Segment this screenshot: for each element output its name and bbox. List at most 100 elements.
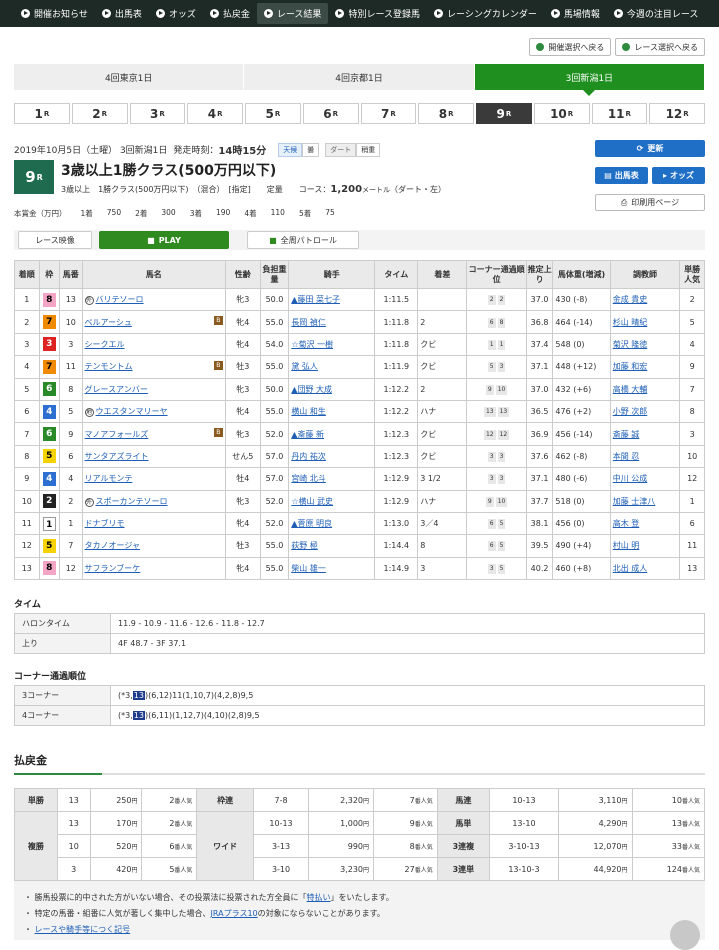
back-to-race-button[interactable]: レース選択へ戻る	[615, 38, 705, 56]
trainer-link[interactable]: 金成 貴史	[609, 287, 681, 312]
note-link[interactable]: レースや騎手等につく記号	[35, 925, 131, 934]
column-header: 着差	[417, 260, 468, 289]
tab-kaisai-tokyo[interactable]: 4回東京1日	[14, 64, 245, 90]
table-row: 10 520円 6番人気 3-13 990円 8番人気 3連複 3-10-13 12,070円 3…	[15, 834, 706, 858]
odds-button[interactable]: ▸ オッズ	[652, 167, 705, 184]
table-row: 4 7 11 テンモントム B 牡3 55.0 黛 弘人 1:11.9 クビ 5 3 37.1 448 (…	[14, 355, 705, 379]
trainer-link[interactable]: 斎藤 誠	[609, 422, 681, 446]
nav-item-3[interactable]: 払戻金	[203, 3, 257, 24]
jockey-link[interactable]: ☆菊沢 一樹	[288, 332, 376, 357]
horse-name-link[interactable]: 外バリテソーロ	[81, 287, 226, 312]
jockey-link[interactable]: ▲斎藤 新	[288, 422, 376, 446]
race-tab-8[interactable]: 8R	[418, 103, 474, 124]
jockey-link[interactable]: ▲藤田 菜七子	[288, 287, 376, 312]
nav-item-1[interactable]: 出馬表	[95, 3, 149, 24]
race-tab-1[interactable]: 1R	[14, 103, 70, 124]
trainer-link[interactable]: 高木 登	[609, 511, 681, 536]
bet-combination: 10-13	[252, 811, 310, 835]
race-tab-10[interactable]: 10 R	[533, 103, 590, 124]
corner-positions: 12 12	[466, 422, 527, 446]
race-tab-3[interactable]: 3R	[129, 103, 186, 124]
race-tab-6[interactable]: 6R	[302, 103, 359, 124]
corner-positions: 33	[466, 467, 527, 491]
tab-kaisai-niigata[interactable]: 3回新潟1日	[474, 64, 705, 96]
horse-name-link[interactable]: マノアフォールズ B	[81, 422, 226, 446]
corner-positions: 35	[466, 556, 527, 581]
horse-name-link[interactable]: シークエル	[81, 332, 226, 357]
back-to-kaisai-button[interactable]: 開催選択へ戻る	[529, 38, 612, 56]
finish-position: 9	[14, 467, 40, 491]
note-link[interactable]: JRAプラス10	[211, 909, 258, 918]
nav-item-7[interactable]: 馬場情報	[544, 3, 607, 24]
nav-item-4[interactable]: レース結果	[256, 3, 329, 24]
table-row: 2 7 10 ベルアーシュ B 牝4 55.0 長岡 禎仁 1:11.8 2 6 8 36.8 464 (…	[14, 310, 705, 334]
note-link[interactable]: 特払い	[307, 893, 331, 902]
origin-mark-icon: 地	[84, 408, 94, 418]
waku-badge: 6	[42, 382, 56, 397]
horse-name-link[interactable]: サンタアズライト	[81, 444, 226, 469]
jockey-link[interactable]: 長岡 禎仁	[288, 310, 376, 334]
play-button[interactable]: ■ PLAY	[99, 231, 229, 249]
horse-name-link[interactable]: テンモントム B	[81, 355, 226, 379]
shutuba-button[interactable]: ▤ 出馬表	[595, 167, 648, 184]
finish-position: 13	[14, 556, 40, 581]
nav-item-2[interactable]: オッズ	[149, 3, 203, 24]
finish-position: 1	[14, 287, 40, 312]
print-button[interactable]: ⎙ 印刷用ページ	[595, 194, 705, 211]
race-tab-11[interactable]: 11 R	[591, 103, 648, 124]
carried-weight: 57.0	[259, 444, 290, 469]
race-tab-5[interactable]: 5R	[245, 103, 301, 124]
jockey-link[interactable]: 宮崎 北斗	[288, 467, 376, 491]
tab-kaisai-kyoto[interactable]: 4回京都1日	[244, 64, 475, 90]
horse-name-link[interactable]: 外スポーカンテソーロ	[81, 489, 226, 513]
trainer-link[interactable]: 高橋 大輔	[609, 377, 681, 401]
horse-name-link[interactable]: リアルモンテ	[81, 467, 226, 491]
refresh-button[interactable]: ⟳ 更新	[595, 140, 705, 157]
horse-number: 3	[59, 332, 83, 357]
trainer-link[interactable]: 北出 成人	[609, 556, 681, 581]
race-video-button[interactable]: レース映像	[18, 231, 92, 249]
jockey-link[interactable]: 丹内 祐次	[288, 444, 376, 469]
jockey-link[interactable]: ▲菅原 明良	[288, 511, 376, 536]
horse-name-link[interactable]: サフランブーケ	[81, 556, 226, 581]
carried-weight: 55.0	[259, 355, 290, 379]
trainer-link[interactable]: 加藤 和宏	[609, 355, 681, 379]
horse-name-link[interactable]: ベルアーシュ B	[81, 310, 226, 334]
trainer-link[interactable]: 加藤 士津八	[609, 489, 681, 513]
scroll-to-top-button[interactable]	[670, 920, 700, 950]
column-header: 騎手	[288, 260, 376, 289]
race-tab-2[interactable]: 2R	[71, 103, 128, 124]
horse-name-link[interactable]: 地ウエスタンマリーヤ	[81, 399, 226, 424]
table-row: 6 4 5 地ウエスタンマリーヤ 牝4 55.0 横山 和生 1:12.2 ハナ 13 13 36.5…	[14, 399, 705, 424]
horse-name-link[interactable]: タカノオージャ	[81, 534, 226, 558]
trainer-link[interactable]: 本間 忍	[609, 444, 681, 469]
jockey-link[interactable]: 柴山 雄一	[288, 556, 376, 581]
nav-item-6[interactable]: レーシングカレンダー	[427, 3, 544, 24]
jockey-link[interactable]: ▲団野 大成	[288, 377, 376, 401]
race-tab-4[interactable]: 4R	[187, 103, 243, 124]
trainer-link[interactable]: 小野 次郎	[609, 399, 681, 424]
waku-badge: 3	[42, 337, 56, 352]
jockey-link[interactable]: 横山 和生	[288, 399, 376, 424]
nav-item-0[interactable]: 開催お知らせ	[14, 3, 95, 24]
patrol-video-button[interactable]: ■ 全周パトロール	[247, 231, 359, 249]
trainer-link[interactable]: 村山 明	[609, 534, 681, 558]
table-row: 4コーナー (*3,13)(6,11)(1,12,7)(4,10)(2,8)9,5	[14, 705, 705, 726]
nav-item-8[interactable]: 今週の注目レース	[607, 3, 706, 24]
race-tab-12[interactable]: 12 R	[649, 103, 705, 124]
body-weight: 432 (+6)	[552, 377, 611, 401]
trainer-link[interactable]: 中川 公成	[609, 467, 681, 491]
last-3f: 37.4	[525, 332, 554, 357]
kaisai-tabs: 4回東京1日 4回京都1日 3回新潟1日	[14, 64, 705, 96]
race-tab-7[interactable]: 7R	[360, 103, 417, 124]
jockey-link[interactable]: 黛 弘人	[288, 355, 376, 379]
jockey-link[interactable]: 荻野 極	[288, 534, 376, 558]
trainer-link[interactable]: 杉山 晴紀	[609, 310, 681, 334]
horse-name-link[interactable]: ドナブリモ	[81, 511, 226, 536]
race-tab-9[interactable]: 9R	[476, 103, 532, 124]
horse-name-link[interactable]: グレースアンバー	[81, 377, 226, 401]
trainer-link[interactable]: 菊沢 隆徳	[609, 332, 681, 357]
nav-item-5[interactable]: 特別レース登録馬	[328, 3, 427, 24]
jockey-link[interactable]: ☆横山 武史	[288, 489, 376, 513]
finish-position: 7	[14, 422, 40, 446]
